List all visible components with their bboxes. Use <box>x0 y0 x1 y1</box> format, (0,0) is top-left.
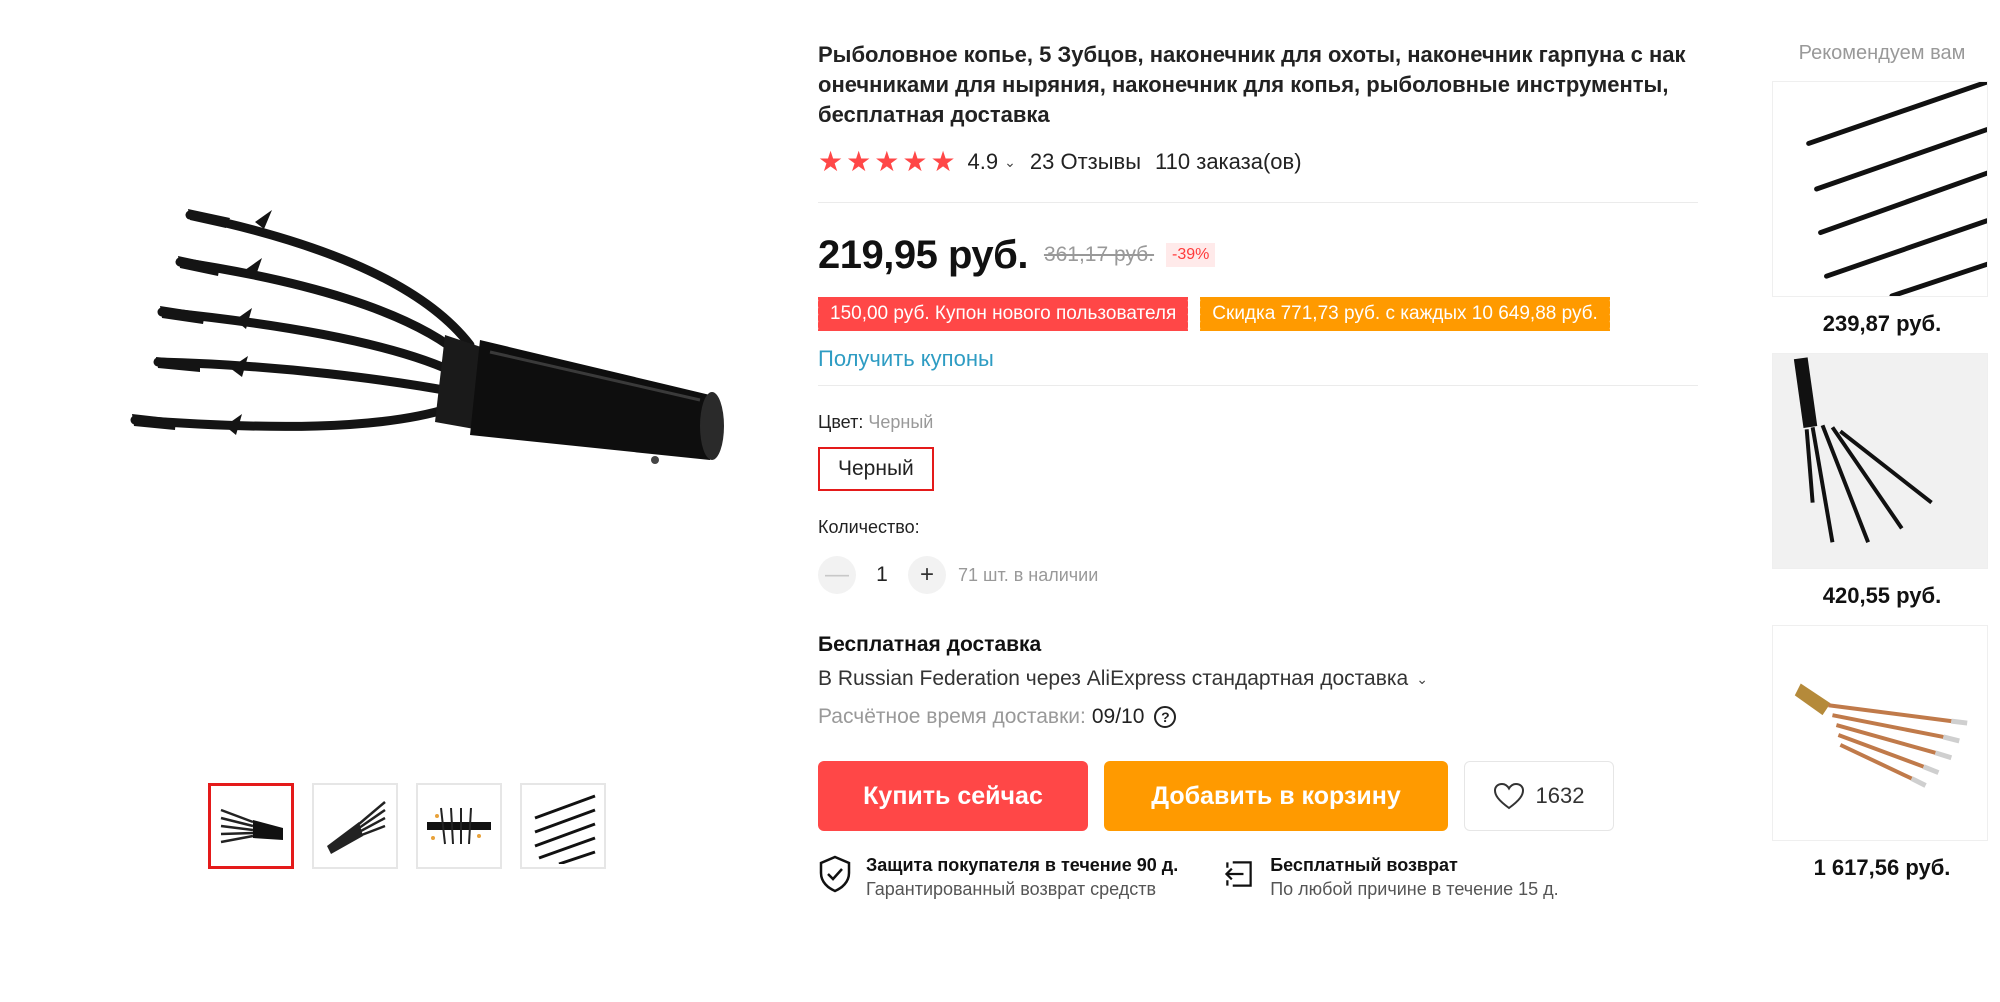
discount-badge: -39% <box>1166 243 1216 267</box>
quantity-label: Количество: <box>818 517 920 537</box>
price-row: 219,95 руб. 361,17 руб. -39% <box>818 231 1700 279</box>
old-price: 361,17 руб. <box>1043 243 1155 266</box>
thumbnail-3-image <box>427 807 491 845</box>
shipping-title: Бесплатная доставка <box>818 633 1042 656</box>
action-buttons: Купить сейчас Добавить в корзину 1632 <box>818 761 1700 831</box>
thumbnail-2[interactable] <box>312 783 398 869</box>
buyer-protection-title: Защита покупателя в течение 90 д. <box>866 855 1179 875</box>
delivery-eta-date: 09/10 <box>1091 705 1145 728</box>
wishlist-button[interactable]: 1632 <box>1464 761 1614 831</box>
recommended-spear-image <box>1773 82 1987 296</box>
divider <box>818 385 1698 386</box>
add-to-cart-button[interactable]: Добавить в корзину <box>1104 761 1448 831</box>
divider <box>818 202 1698 203</box>
store-discount-badge[interactable]: Скидка 771,73 руб. с каждых 10 649,88 ру… <box>1198 297 1612 331</box>
recommended-item-price: 239,87 руб. <box>1822 311 1942 336</box>
recommended-item-image[interactable] <box>1772 353 1988 569</box>
stock-count: 71 шт. в наличии <box>958 564 1099 585</box>
wishlist-count: 1632 <box>1535 783 1585 808</box>
recommended-item-image[interactable] <box>1772 625 1988 841</box>
current-price: 219,95 руб. <box>818 232 1028 277</box>
recommended-item[interactable]: 239,87 руб. <box>1772 81 1992 337</box>
quantity-stepper: — + 71 шт. в наличии <box>818 556 1700 594</box>
star-icon: ★ <box>930 146 956 177</box>
quantity-decrease-button[interactable]: — <box>818 556 856 594</box>
get-coupons-link[interactable]: Получить купоны <box>818 346 994 372</box>
star-icon: ★ <box>874 146 900 177</box>
thumbnail-4-image <box>534 794 596 864</box>
orders-count: 110 заказа(ов) <box>1155 149 1302 174</box>
rating-value[interactable]: 4.9 <box>968 149 999 175</box>
promo-row: 150,00 руб. Купон нового пользователя Ск… <box>815 297 1700 331</box>
product-title: Рыболовное копье, 5 Зубцов, наконечник д… <box>818 42 1686 127</box>
guarantees: Защита покупателя в течение 90 д. Гарант… <box>818 853 1700 901</box>
color-label-text: Цвет: <box>818 412 864 432</box>
recommended-item[interactable]: 420,55 руб. <box>1772 353 1992 609</box>
thumbnail-2-image <box>327 801 386 854</box>
reviews-link[interactable]: 23 Отзывы <box>1030 149 1141 175</box>
star-icon: ★ <box>818 146 844 177</box>
color-option-black[interactable]: Черный <box>818 447 934 491</box>
recommended-item-price: 1 617,56 руб. <box>1813 855 1951 880</box>
shipping-method-text: В Russian Federation через AliExpress ст… <box>818 667 1409 690</box>
buyer-protection-subtitle: Гарантированный возврат средств <box>866 879 1157 899</box>
star-icon: ★ <box>902 146 928 177</box>
return-icon <box>1225 861 1252 887</box>
chevron-down-icon[interactable]: ⌄ <box>1004 154 1016 171</box>
rating-stars: ★ ★ ★ ★ ★ <box>818 148 956 176</box>
delivery-eta: Расчётное время доставки: 09/10 ? <box>818 705 1700 729</box>
quantity-increase-button[interactable]: + <box>908 556 946 594</box>
free-return-title: Бесплатный возврат <box>1270 855 1458 875</box>
star-icon: ★ <box>846 146 872 177</box>
recommended-item-image[interactable] <box>1772 81 1988 297</box>
color-selected-value: Черный <box>868 412 934 432</box>
fishing-spear-image <box>50 130 770 690</box>
new-user-coupon-badge[interactable]: 150,00 руб. Купон нового пользователя <box>815 297 1191 331</box>
recommended-item[interactable]: 1 617,56 руб. <box>1772 625 1992 881</box>
product-info: Рыболовное копье, 5 Зубцов, наконечник д… <box>815 40 1700 901</box>
thumbnail-strip <box>208 783 606 869</box>
recommendations: Рекомендуем вам 239,87 руб. 420,55 руб. <box>1772 42 1992 881</box>
recommended-spear-image <box>1773 354 1987 568</box>
shield-check-icon <box>819 855 851 893</box>
chevron-down-icon: ⌄ <box>1416 670 1428 687</box>
quantity-input[interactable] <box>856 563 908 587</box>
free-return-subtitle: По любой причине в течение 15 д. <box>1270 879 1559 899</box>
rating-row: ★ ★ ★ ★ ★ 4.9 ⌄ 23 Отзывы 110 заказа(ов) <box>818 147 1700 177</box>
recommendations-title: Рекомендуем вам <box>1798 42 1966 64</box>
help-icon[interactable]: ? <box>1154 706 1177 728</box>
thumbnail-4[interactable] <box>520 783 606 869</box>
recommended-item-price: 420,55 руб. <box>1822 583 1942 608</box>
thumbnail-1-image <box>220 808 283 844</box>
heart-icon <box>1493 782 1524 809</box>
free-return: Бесплатный возврат По любой причине в те… <box>1222 853 1559 901</box>
recommended-spear-image <box>1773 626 1987 840</box>
buy-now-button[interactable]: Купить сейчас <box>818 761 1088 831</box>
thumbnail-3[interactable] <box>416 783 502 869</box>
color-label: Цвет: Черный <box>818 412 1700 433</box>
buyer-protection: Защита покупателя в течение 90 д. Гарант… <box>818 853 1178 901</box>
main-product-image[interactable] <box>50 130 770 690</box>
thumbnail-1[interactable] <box>208 783 294 869</box>
delivery-eta-label: Расчётное время доставки: <box>818 705 1086 728</box>
shipping-method-selector[interactable]: В Russian Federation через AliExpress ст… <box>818 667 1700 691</box>
